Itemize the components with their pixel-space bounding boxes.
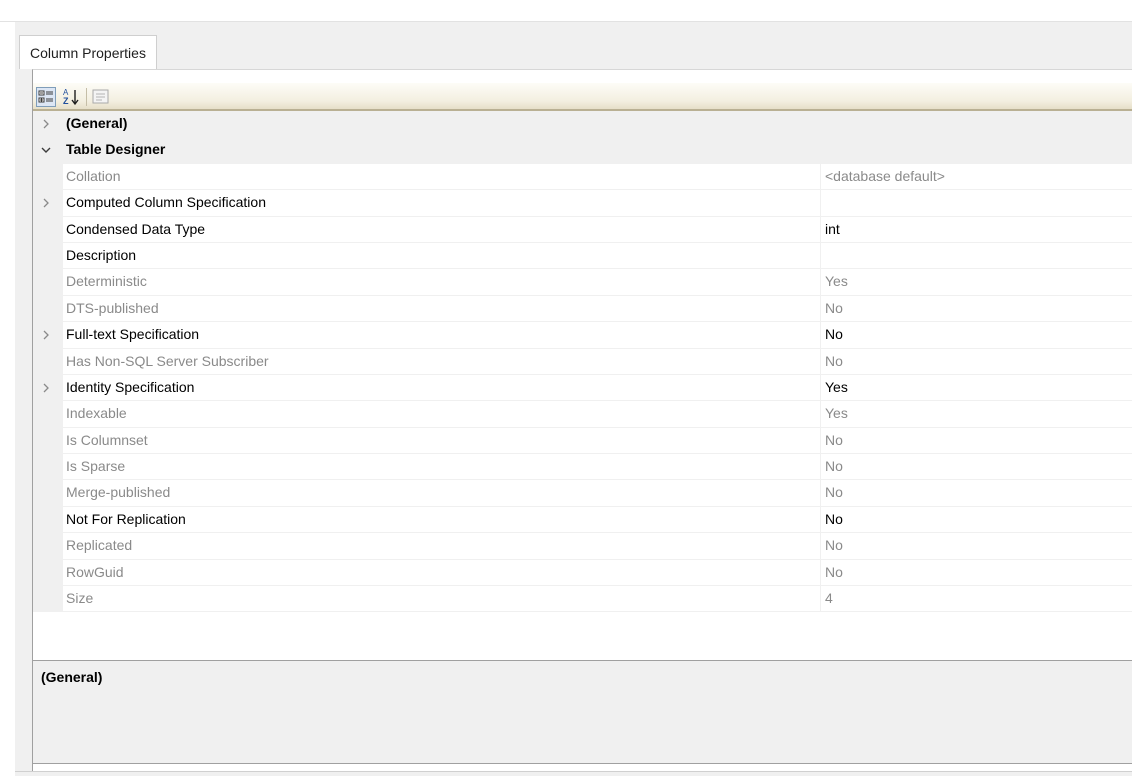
- panel-bottom-edge: [15, 771, 1132, 772]
- category-value: [820, 137, 1132, 162]
- row-gutter: [33, 190, 63, 216]
- property-row-identity-specification[interactable]: Identity Specification Yes: [33, 374, 1132, 402]
- property-grid-toolbar: A Z: [33, 83, 1132, 111]
- property-name: Collation: [66, 167, 121, 184]
- property-row-collation[interactable]: Collation <database default>: [33, 163, 1132, 191]
- sort-az-icon: A Z: [63, 88, 79, 106]
- property-name: Identity Specification: [66, 378, 195, 395]
- row-gutter: [33, 295, 63, 322]
- row-gutter: [33, 216, 63, 242]
- property-name: Size: [66, 590, 94, 607]
- column-properties-panel: Column Properties A Z (General) Table De…: [15, 22, 1132, 776]
- row-gutter: [33, 506, 63, 533]
- alphabetical-button[interactable]: A Z: [61, 87, 81, 107]
- row-gutter: [33, 401, 63, 427]
- row-gutter: [33, 137, 63, 163]
- property-name: Condensed Data Type: [66, 220, 206, 237]
- property-pages-icon: [92, 89, 109, 104]
- row-gutter: [33, 374, 63, 401]
- help-title: (General): [41, 669, 103, 685]
- property-value[interactable]: No: [820, 322, 1132, 348]
- category-general[interactable]: (General): [33, 111, 1132, 138]
- property-row-replicated[interactable]: Replicated No: [33, 533, 1132, 560]
- property-name: Is Columnset: [66, 431, 148, 448]
- property-value[interactable]: No: [820, 480, 1132, 506]
- property-name: Full-text Specification: [66, 326, 200, 343]
- property-value[interactable]: No: [820, 427, 1132, 454]
- property-value[interactable]: No: [820, 295, 1132, 322]
- row-gutter: [33, 427, 63, 454]
- property-grid: (General) Table Designer Collation <data…: [33, 111, 1132, 613]
- row-gutter: [33, 242, 63, 269]
- property-row-deterministic[interactable]: Deterministic Yes: [33, 269, 1132, 296]
- property-value[interactable]: No: [820, 454, 1132, 480]
- chevron-right-icon[interactable]: [39, 381, 53, 395]
- category-value: [820, 111, 1132, 136]
- property-row-condensed-data-type[interactable]: Condensed Data Type int: [33, 216, 1132, 243]
- property-row-not-for-replication[interactable]: Not For Replication No: [33, 506, 1132, 534]
- property-row-indexable[interactable]: Indexable Yes: [33, 401, 1132, 428]
- property-name: Is Sparse: [66, 458, 126, 475]
- category-table-designer[interactable]: Table Designer: [33, 137, 1132, 164]
- row-gutter: [33, 559, 63, 586]
- property-value[interactable]: [820, 190, 1132, 216]
- chevron-right-icon[interactable]: [39, 196, 53, 210]
- property-row-dts-published[interactable]: DTS-published No: [33, 295, 1132, 323]
- property-row-computed-column-specification[interactable]: Computed Column Specification: [33, 190, 1132, 217]
- toolbar-separator: [86, 88, 87, 106]
- tab-column-properties[interactable]: Column Properties: [19, 35, 157, 69]
- row-gutter: [33, 163, 63, 190]
- row-gutter: [33, 454, 63, 480]
- property-value[interactable]: <database default>: [820, 163, 1132, 190]
- svg-text:Z: Z: [63, 96, 69, 106]
- property-row-merge-published[interactable]: Merge-published No: [33, 480, 1132, 507]
- property-value[interactable]: No: [820, 348, 1132, 374]
- property-value[interactable]: Yes: [820, 269, 1132, 295]
- property-name: Not For Replication: [66, 510, 186, 527]
- property-row-has-non-sql-server-subscriber[interactable]: Has Non-SQL Server Subscriber No: [33, 348, 1132, 375]
- property-value[interactable]: No: [820, 559, 1132, 586]
- categorized-button[interactable]: [36, 87, 56, 107]
- property-name: Computed Column Specification: [66, 194, 266, 211]
- property-value[interactable]: Yes: [820, 401, 1132, 427]
- property-value[interactable]: Yes: [820, 374, 1132, 401]
- property-name: Description: [66, 246, 137, 263]
- property-value[interactable]: int: [820, 216, 1132, 242]
- property-name: Merge-published: [66, 484, 171, 501]
- property-value[interactable]: [820, 242, 1132, 269]
- row-gutter: [33, 322, 63, 348]
- category-label: Table Designer: [66, 141, 166, 158]
- row-gutter: [33, 111, 63, 137]
- property-value[interactable]: No: [820, 533, 1132, 559]
- property-name: Deterministic: [66, 273, 147, 290]
- category-label: (General): [66, 115, 128, 131]
- window-top-band: [0, 0, 1132, 22]
- chevron-right-icon[interactable]: [39, 328, 53, 342]
- property-value[interactable]: 4: [820, 586, 1132, 612]
- property-name: RowGuid: [66, 563, 124, 580]
- row-gutter: [33, 269, 63, 295]
- property-name: Has Non-SQL Server Subscriber: [66, 352, 269, 369]
- property-row-is-sparse[interactable]: Is Sparse No: [33, 454, 1132, 481]
- property-name: Replicated: [66, 537, 133, 554]
- row-gutter: [33, 480, 63, 506]
- row-gutter: [33, 348, 63, 374]
- categorized-icon: [38, 90, 53, 103]
- row-gutter: [33, 533, 63, 559]
- property-name: Indexable: [66, 405, 127, 422]
- property-row-is-columnset[interactable]: Is Columnset No: [33, 427, 1132, 455]
- property-row-rowguid[interactable]: RowGuid No: [33, 559, 1132, 587]
- help-pane: (General): [32, 660, 1132, 764]
- row-gutter: [33, 586, 63, 612]
- property-name: DTS-published: [66, 299, 159, 316]
- chevron-down-icon[interactable]: [39, 143, 53, 157]
- property-pages-button[interactable]: [91, 87, 111, 107]
- property-row-description[interactable]: Description: [33, 242, 1132, 270]
- property-value[interactable]: No: [820, 506, 1132, 533]
- property-row-size[interactable]: Size 4: [33, 586, 1132, 613]
- property-row-full-text-specification[interactable]: Full-text Specification No: [33, 322, 1132, 349]
- chevron-right-icon[interactable]: [39, 117, 53, 131]
